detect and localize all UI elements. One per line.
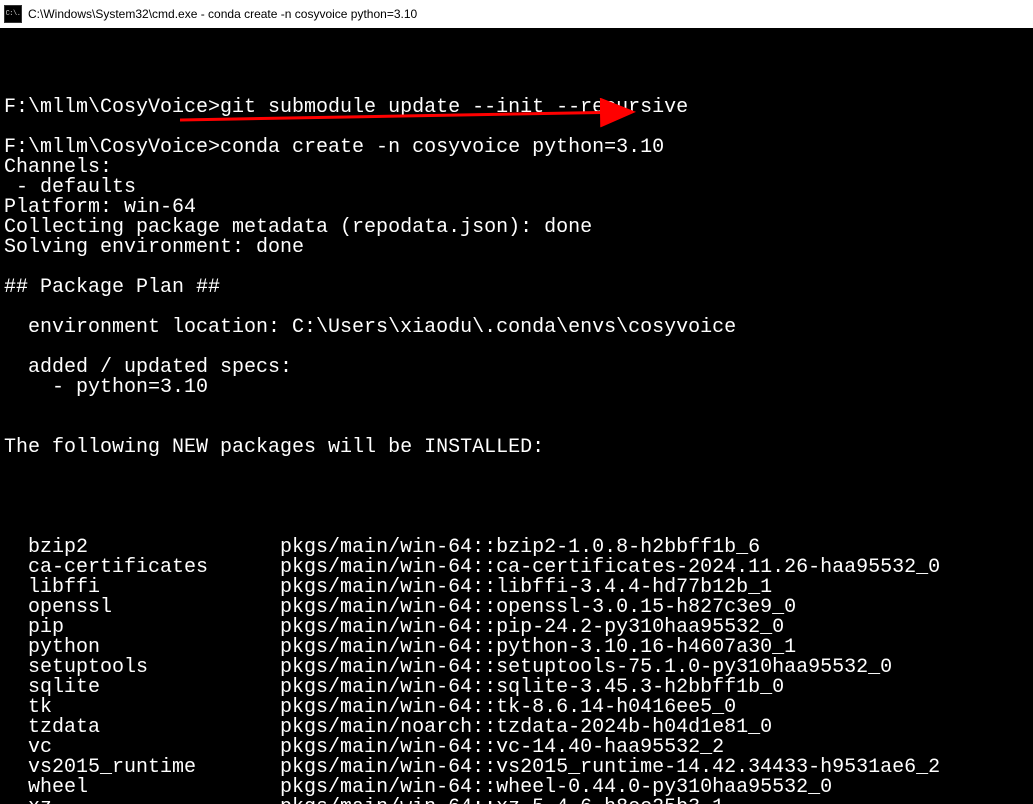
package-name: tk <box>28 698 280 718</box>
terminal-line <box>4 78 1029 98</box>
package-indent <box>4 638 28 658</box>
terminal-line <box>4 338 1029 358</box>
package-row: python pkgs/main/win-64::python-3.10.16-… <box>4 638 940 658</box>
package-row: pip pkgs/main/win-64::pip-24.2-py310haa9… <box>4 618 940 638</box>
terminal-line <box>4 298 1029 318</box>
package-indent <box>4 538 28 558</box>
package-row: vc pkgs/main/win-64::vc-14.40-haa95532_2 <box>4 738 940 758</box>
terminal-line: The following NEW packages will be INSTA… <box>4 438 1029 458</box>
package-spec: pkgs/main/win-64::python-3.10.16-h4607a3… <box>280 638 940 658</box>
package-indent <box>4 738 28 758</box>
package-name: libffi <box>28 578 280 598</box>
package-name: vs2015_runtime <box>28 758 280 778</box>
package-list: bzip2 pkgs/main/win-64::bzip2-1.0.8-h2bb… <box>4 538 940 804</box>
package-name: ca-certificates <box>28 558 280 578</box>
package-name: python <box>28 638 280 658</box>
package-spec: pkgs/main/win-64::setuptools-75.1.0-py31… <box>280 658 940 678</box>
window-title: C:\Windows\System32\cmd.exe - conda crea… <box>28 7 417 21</box>
package-row: setuptools pkgs/main/win-64::setuptools-… <box>4 658 940 678</box>
window-title-bar[interactable]: C:\. C:\Windows\System32\cmd.exe - conda… <box>0 0 1033 28</box>
package-spec: pkgs/main/win-64::tk-8.6.14-h0416ee5_0 <box>280 698 940 718</box>
package-row: openssl pkgs/main/win-64::openssl-3.0.15… <box>4 598 940 618</box>
package-spec: pkgs/main/win-64::openssl-3.0.15-h827c3e… <box>280 598 940 618</box>
package-indent <box>4 678 28 698</box>
package-spec: pkgs/main/win-64::bzip2-1.0.8-h2bbff1b_6 <box>280 538 940 558</box>
package-name: setuptools <box>28 658 280 678</box>
cmd-icon: C:\. <box>4 5 22 23</box>
package-row: tk pkgs/main/win-64::tk-8.6.14-h0416ee5_… <box>4 698 940 718</box>
terminal-line: Solving environment: done <box>4 238 1029 258</box>
terminal-line: added / updated specs: <box>4 358 1029 378</box>
package-spec: pkgs/main/win-64::pip-24.2-py310haa95532… <box>280 618 940 638</box>
terminal-output-top: F:\mllm\CosyVoice>git submodule update -… <box>4 78 1029 478</box>
package-spec: pkgs/main/win-64::wheel-0.44.0-py310haa9… <box>280 778 940 798</box>
package-indent <box>4 778 28 798</box>
package-row: libffi pkgs/main/win-64::libffi-3.4.4-hd… <box>4 578 940 598</box>
package-indent <box>4 798 28 804</box>
package-row: wheel pkgs/main/win-64::wheel-0.44.0-py3… <box>4 778 940 798</box>
package-indent <box>4 558 28 578</box>
terminal-line: F:\mllm\CosyVoice>git submodule update -… <box>4 98 1029 118</box>
package-name: xz <box>28 798 280 804</box>
package-indent <box>4 578 28 598</box>
package-name: wheel <box>28 778 280 798</box>
terminal-line <box>4 258 1029 278</box>
terminal-line <box>4 418 1029 438</box>
package-row: ca-certificates pkgs/main/win-64::ca-cer… <box>4 558 940 578</box>
package-indent <box>4 698 28 718</box>
terminal-line: ## Package Plan ## <box>4 278 1029 298</box>
package-spec: pkgs/main/win-64::vc-14.40-haa95532_2 <box>280 738 940 758</box>
terminal-line: - defaults <box>4 178 1029 198</box>
package-name: vc <box>28 738 280 758</box>
package-spec: pkgs/main/win-64::xz-5.4.6-h8cc25b3_1 <box>280 798 940 804</box>
terminal-line <box>4 118 1029 138</box>
terminal-line <box>4 458 1029 478</box>
terminal-line: Channels: <box>4 158 1029 178</box>
terminal-line: Collecting package metadata (repodata.js… <box>4 218 1029 238</box>
package-row: vs2015_runtime pkgs/main/win-64::vs2015_… <box>4 758 940 778</box>
package-name: pip <box>28 618 280 638</box>
terminal-viewport[interactable]: F:\mllm\CosyVoice>git submodule update -… <box>0 28 1033 804</box>
terminal-line: F:\mllm\CosyVoice>conda create -n cosyvo… <box>4 138 1029 158</box>
package-spec: pkgs/main/win-64::ca-certificates-2024.1… <box>280 558 940 578</box>
package-indent <box>4 758 28 778</box>
terminal-line: Platform: win-64 <box>4 198 1029 218</box>
package-indent <box>4 718 28 738</box>
package-name: openssl <box>28 598 280 618</box>
package-spec: pkgs/main/win-64::sqlite-3.45.3-h2bbff1b… <box>280 678 940 698</box>
terminal-line <box>4 398 1029 418</box>
package-name: bzip2 <box>28 538 280 558</box>
package-row: bzip2 pkgs/main/win-64::bzip2-1.0.8-h2bb… <box>4 538 940 558</box>
package-spec: pkgs/main/noarch::tzdata-2024b-h04d1e81_… <box>280 718 940 738</box>
package-name: sqlite <box>28 678 280 698</box>
package-spec: pkgs/main/win-64::vs2015_runtime-14.42.3… <box>280 758 940 778</box>
terminal-line: - python=3.10 <box>4 378 1029 398</box>
package-name: tzdata <box>28 718 280 738</box>
terminal-line: environment location: C:\Users\xiaodu\.c… <box>4 318 1029 338</box>
package-spec: pkgs/main/win-64::libffi-3.4.4-hd77b12b_… <box>280 578 940 598</box>
package-row: sqlite pkgs/main/win-64::sqlite-3.45.3-h… <box>4 678 940 698</box>
package-indent <box>4 618 28 638</box>
package-indent <box>4 658 28 678</box>
package-row: tzdata pkgs/main/noarch::tzdata-2024b-h0… <box>4 718 940 738</box>
package-indent <box>4 598 28 618</box>
